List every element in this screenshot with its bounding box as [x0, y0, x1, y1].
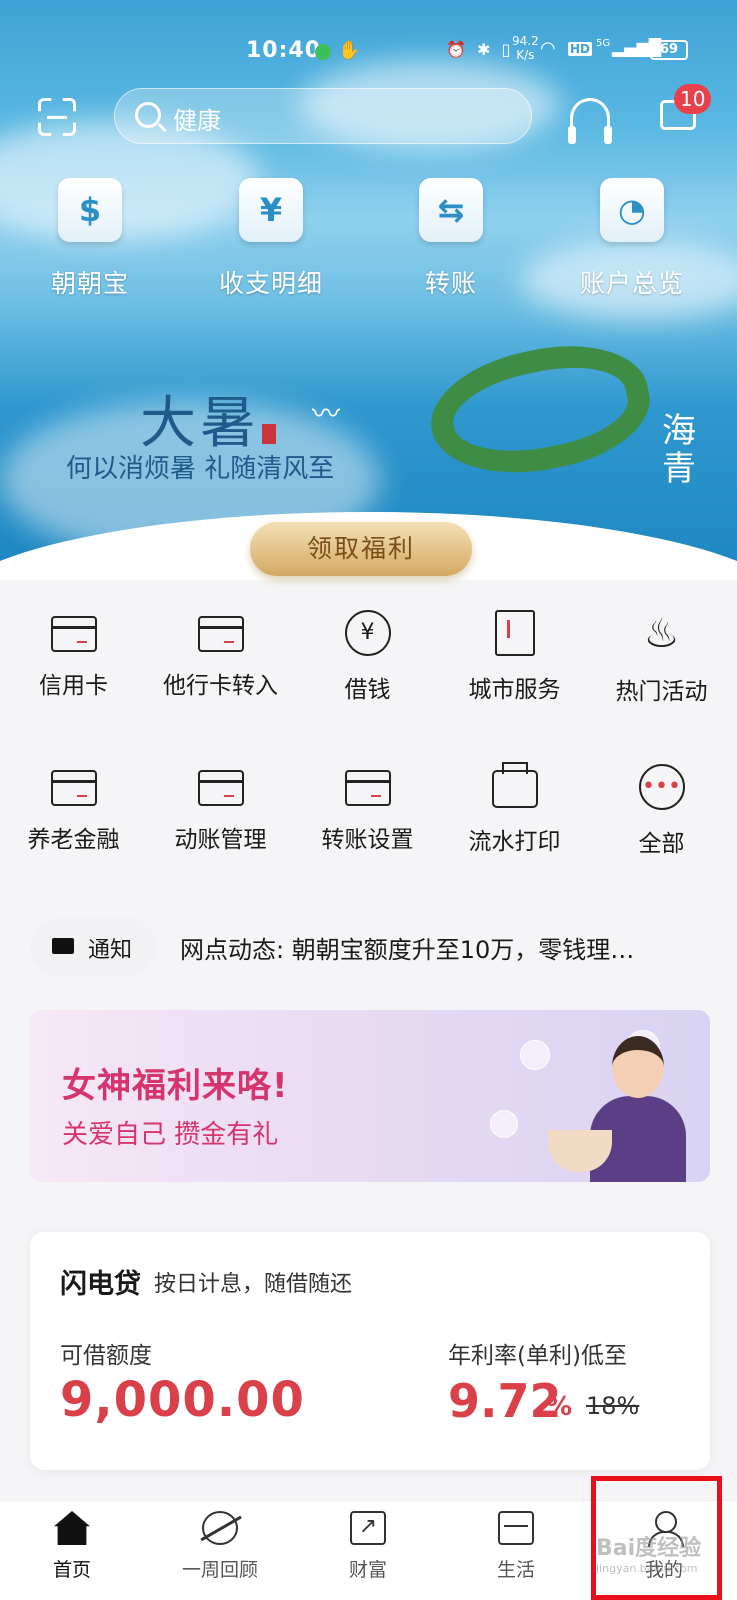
- status-bar: 10:40 ✋ ⏰ ✱ ▯ 94.2 K/s ◠ HD 5G ▂▄▆█ 69: [0, 34, 737, 66]
- service-city[interactable]: 城市服务: [441, 610, 588, 704]
- limit-value: 9,000.00: [60, 1372, 305, 1428]
- search-box[interactable]: 健康: [114, 88, 532, 144]
- seagull-icon: 〰: [312, 397, 341, 430]
- service-label: 养老金融: [27, 827, 120, 853]
- battery-icon: 69: [650, 40, 688, 60]
- promo-banner[interactable]: 女神福利来咯! 关爱自己 攒金有礼: [30, 1010, 710, 1182]
- customer-service-icon[interactable]: [568, 98, 612, 144]
- promo-title: 女神福利来咯!: [62, 1066, 289, 1106]
- home-icon: [54, 1511, 90, 1545]
- search-placeholder: 健康: [173, 107, 221, 135]
- more-dots-icon: •••: [638, 764, 685, 810]
- bubble-decoration: [520, 1040, 550, 1070]
- hand-icon: ✋: [338, 40, 361, 61]
- banner-subtitle: 何以消烦暑 礼随清风至: [66, 454, 335, 484]
- service-account-change[interactable]: 动账管理: [147, 764, 294, 854]
- loan-title: 闪电贷: [60, 1269, 141, 1300]
- credit-card-icon: [50, 616, 97, 652]
- tab-label: 一周回顾: [181, 1559, 258, 1581]
- quick-action-label: 朝朝宝: [50, 269, 129, 298]
- claim-benefits-button[interactable]: 领取福利: [250, 522, 472, 576]
- service-statement-print[interactable]: 流水打印: [441, 762, 588, 856]
- card-transfer-in-icon: [197, 616, 244, 652]
- search-icon: [135, 102, 161, 128]
- tab-wealth[interactable]: ↗ 财富: [308, 1511, 428, 1582]
- wifi-icon: ◠: [540, 38, 556, 59]
- service-label: 全部: [638, 831, 685, 857]
- service-label: 信用卡: [39, 673, 108, 699]
- service-transfer-settings[interactable]: 转账设置: [294, 764, 441, 854]
- service-label: 热门活动: [615, 679, 708, 705]
- quick-action-label: 收支明细: [218, 269, 323, 298]
- watermark: Bai度经验 jingyan.baidu.com: [596, 1530, 701, 1575]
- service-label: 城市服务: [468, 677, 561, 703]
- quick-action-label: 转账: [424, 269, 477, 298]
- quick-action-transactions[interactable]: ¥ 收支明细: [201, 178, 341, 300]
- notice-tag[interactable]: 通知: [30, 918, 156, 976]
- watermark-brand: Bai度经验: [596, 1536, 702, 1561]
- watermark-url: jingyan.baidu.com: [596, 1562, 698, 1575]
- service-pension[interactable]: 养老金融: [0, 764, 147, 854]
- tab-label: 首页: [52, 1559, 91, 1581]
- account-change-icon: [197, 770, 244, 806]
- pension-card-icon: [50, 770, 97, 806]
- bubble-decoration: [490, 1110, 518, 1138]
- tab-label: 生活: [496, 1559, 535, 1581]
- tab-weekly-review[interactable]: 一周回顾: [160, 1511, 280, 1582]
- service-borrow[interactable]: ¥ 借钱: [294, 610, 441, 704]
- seal-stamp: [262, 424, 276, 444]
- city-building-icon: [494, 610, 535, 656]
- service-label: 流水打印: [468, 829, 561, 855]
- alarm-bluetooth-vibrate-icon: ⏰ ✱ ▯: [446, 40, 514, 59]
- quick-action-account-overview[interactable]: ◔ 账户总览: [562, 178, 702, 300]
- tab-home[interactable]: 首页: [12, 1511, 132, 1582]
- service-card-transfer-in[interactable]: 他行卡转入: [147, 610, 294, 700]
- network-speed: 94.2 K/s: [512, 34, 539, 62]
- loan-card[interactable]: 闪电贷 按日计息，随借随还 可借额度 9,000.00 年利率(单利)低至 9.…: [30, 1232, 710, 1470]
- notice-tag-label: 通知: [88, 938, 133, 963]
- notice-text[interactable]: 网点动态: 朝朝宝额度升至10万，零钱理…: [180, 930, 710, 965]
- borrow-yen-icon: ¥: [344, 610, 391, 656]
- signal-type: 5G: [596, 38, 611, 49]
- quick-action-transfer[interactable]: ⇆ 转账: [381, 178, 521, 300]
- message-badge: 10: [674, 84, 712, 114]
- status-time: 10:40: [246, 38, 322, 63]
- service-label: 借钱: [344, 677, 391, 703]
- service-credit-card[interactable]: 信用卡: [0, 610, 147, 700]
- banner-side-text: 海 青: [662, 411, 696, 489]
- wealth-chart-icon: ↗: [350, 1511, 386, 1545]
- ring-chart-icon: ◔: [600, 178, 664, 242]
- heart-island-image: [419, 328, 661, 492]
- promo-subtitle: 关爱自己 攒金有礼: [62, 1120, 279, 1150]
- rate-unit: %: [546, 1392, 573, 1422]
- planet-icon: [202, 1511, 238, 1545]
- tab-life[interactable]: 生活: [456, 1511, 576, 1582]
- flame-icon: ♨: [643, 611, 680, 657]
- quick-action-zhaozhaobao[interactable]: $ 朝朝宝: [20, 178, 160, 300]
- ticket-icon: [498, 1511, 534, 1545]
- transfer-icon: ⇆: [419, 178, 483, 242]
- hero-banner: 10:40 ✋ ⏰ ✱ ▯ 94.2 K/s ◠ HD 5G ▂▄▆█ 69 健…: [0, 0, 737, 580]
- hd-indicator: HD: [568, 42, 593, 56]
- service-all[interactable]: ••• 全部: [588, 764, 735, 858]
- service-hot-events[interactable]: ♨ 热门活动: [588, 610, 735, 706]
- service-label: 转账设置: [321, 827, 414, 853]
- moneybag-icon: $: [58, 178, 122, 242]
- service-label: 动账管理: [174, 827, 267, 853]
- rate-value: 9.72: [448, 1374, 562, 1428]
- yen-icon: ¥: [239, 178, 303, 242]
- old-rate: 18%: [586, 1392, 640, 1420]
- status-dot-icon: [315, 44, 331, 60]
- loan-subtitle: 按日计息，随借随还: [154, 1272, 353, 1297]
- quick-action-label: 账户总览: [579, 269, 684, 298]
- tab-label: 财富: [348, 1559, 387, 1581]
- banner-title: 大暑: [140, 391, 260, 456]
- envelope-icon: [52, 938, 74, 954]
- rate-label: 年利率(单利)低至: [448, 1343, 627, 1369]
- transfer-settings-icon: [344, 770, 391, 806]
- printer-icon: [491, 762, 538, 808]
- limit-label: 可借额度: [60, 1343, 152, 1369]
- service-label: 他行卡转入: [163, 673, 278, 699]
